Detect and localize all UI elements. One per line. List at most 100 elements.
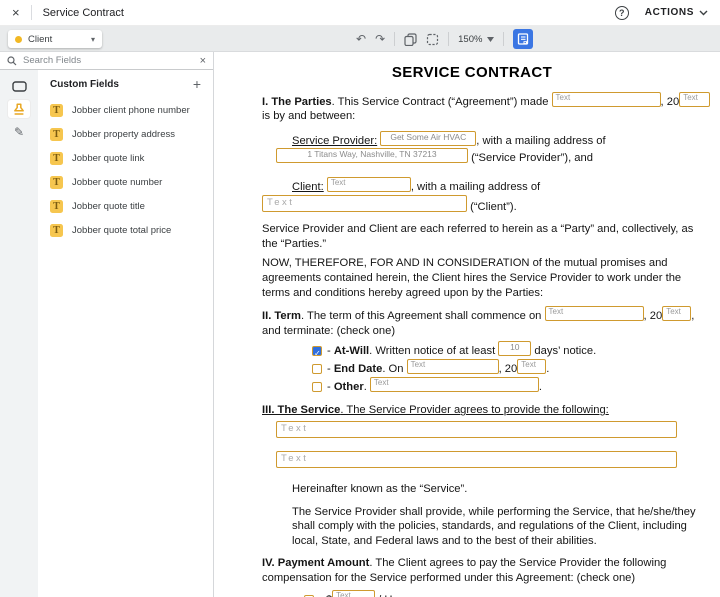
field-label: Jobber client phone number — [72, 105, 190, 116]
other-term-field[interactable]: Text — [370, 377, 539, 392]
service-known-clause: Hereinafter known as the “Service”. — [292, 482, 702, 497]
service-line-2: Text — [276, 451, 702, 471]
field-type-dropdown[interactable]: Client ▾ — [8, 30, 102, 48]
divider — [394, 32, 395, 46]
add-field-button[interactable]: + — [193, 77, 201, 91]
paste-button[interactable] — [426, 33, 439, 46]
redo-button[interactable]: ↷ — [375, 33, 385, 45]
pencil-icon: ✎ — [14, 125, 24, 139]
contract-title: SERVICE CONTRACT — [262, 66, 682, 81]
list-item[interactable]: T Jobber quote total price — [50, 218, 201, 242]
field-label: Jobber quote title — [72, 201, 145, 212]
list-item[interactable]: T Jobber client phone number — [50, 98, 201, 122]
made-date-field[interactable]: Text — [552, 92, 661, 107]
caret-down-icon: ▾ — [91, 35, 95, 44]
tool-strip: ✎ — [0, 70, 38, 597]
field-label: Jobber quote link — [72, 153, 144, 164]
document-canvas[interactable]: SERVICE CONTRACT I. The Parties. This Se… — [215, 52, 720, 597]
commence-date-field[interactable]: Text — [545, 306, 644, 321]
client-block: Client: Text, with a mailing address of … — [262, 177, 702, 214]
text-field-icon: T — [50, 176, 63, 189]
provider-name-field[interactable]: Get Some Air HVAC — [380, 131, 476, 146]
commence-year-field[interactable]: Text — [662, 306, 691, 321]
search-input[interactable] — [23, 55, 194, 66]
document-icon — [517, 33, 529, 45]
field-label: Jobber quote total price — [72, 225, 171, 236]
service-clause: III. The Service. The Service Provider a… — [262, 403, 702, 418]
help-icon[interactable]: ? — [615, 6, 629, 20]
end-date-field[interactable]: Text — [407, 359, 499, 374]
topbar-right: ? ACTIONS — [615, 6, 708, 20]
text-field-icon: T — [50, 224, 63, 237]
client-name-field[interactable]: Text — [327, 177, 411, 192]
copy-button[interactable] — [404, 33, 417, 46]
custom-fields-panel: Custom Fields + T Jobber client phone nu… — [38, 70, 213, 597]
field-label: Jobber property address — [72, 129, 175, 140]
stamp-tool[interactable] — [8, 100, 30, 118]
service-line-1: Text — [276, 421, 702, 441]
divider — [503, 32, 504, 46]
text-field-icon: T — [50, 200, 63, 213]
caret-down-icon — [487, 37, 494, 42]
search-icon — [7, 56, 17, 66]
document-page: SERVICE CONTRACT I. The Parties. This Se… — [262, 64, 702, 597]
section-title: Custom Fields — [50, 79, 119, 90]
end-year-field[interactable]: Text — [517, 359, 546, 374]
service-provider-block: Service Provider: Get Some Air HVAC, wit… — [292, 131, 702, 166]
option-hourly: - $Text / Hour — [304, 590, 702, 597]
chevron-down-icon — [699, 10, 708, 16]
clear-search-icon[interactable]: × — [200, 55, 206, 67]
list-item[interactable]: T Jobber quote number — [50, 170, 201, 194]
list-item[interactable]: T Jobber property address — [50, 122, 201, 146]
copy-icon — [404, 33, 417, 46]
close-icon[interactable]: × — [12, 6, 20, 19]
consideration-clause: NOW, THEREFORE, FOR AND IN CONSIDERATION… — [262, 256, 702, 300]
field-type-selected: Client — [28, 34, 85, 45]
text-field-icon: T — [50, 104, 63, 117]
text-field-tool-icon — [12, 81, 27, 92]
toolbar: Client ▾ ↶ ↷ 150% — [0, 26, 720, 52]
divider — [31, 5, 32, 20]
stamp-tool-icon — [12, 102, 26, 116]
payment-options: - $Text / Hour - $Text / per Job. A “Job… — [262, 590, 702, 597]
comply-clause: The Service Provider shall provide, whil… — [292, 505, 702, 549]
text-field-tool[interactable] — [8, 77, 30, 95]
actions-menu-button[interactable]: ACTIONS — [645, 7, 708, 18]
toolbar-center: ↶ ↷ 150% — [356, 26, 533, 52]
client-address-field[interactable]: Text — [262, 195, 467, 212]
field-label: Jobber quote number — [72, 177, 162, 188]
custom-fields-header: Custom Fields + — [50, 75, 201, 93]
parties-clause: I. The Parties. This Service Contract (“… — [262, 92, 702, 124]
made-year-field[interactable]: Text — [679, 92, 710, 107]
paste-icon — [426, 33, 439, 46]
other-term-checkbox[interactable] — [312, 382, 322, 392]
payment-clause: IV. Payment Amount. The Client agrees to… — [262, 556, 702, 585]
zoom-control[interactable]: 150% — [458, 34, 494, 45]
fields-sidebar: × ✎ Custom Fields + T Jobber client phon… — [0, 52, 214, 597]
undo-button[interactable]: ↶ — [356, 33, 366, 45]
notice-days-field[interactable]: 10 — [498, 341, 531, 356]
option-other-term: - Other. Text. — [312, 377, 702, 395]
top-bar: × Service Contract ? ACTIONS — [0, 0, 720, 26]
hourly-rate-field[interactable]: Text — [332, 590, 375, 597]
zoom-level: 150% — [458, 34, 482, 45]
term-options: - At-Will. Written notice of at least 10… — [262, 341, 702, 395]
list-item[interactable]: T Jobber quote link — [50, 146, 201, 170]
search-bar: × — [0, 52, 213, 70]
end-date-checkbox[interactable] — [312, 364, 322, 374]
service-text-field-2[interactable]: Text — [276, 451, 677, 468]
term-clause: II. Term. The term of this Agreement sha… — [262, 306, 702, 338]
actions-label: ACTIONS — [645, 7, 694, 18]
list-item[interactable]: T Jobber quote title — [50, 194, 201, 218]
text-field-icon: T — [50, 128, 63, 141]
provider-address-field[interactable]: 1 Titans Way, Nashville, TN 37213 — [276, 148, 468, 163]
divider — [448, 32, 449, 46]
option-end-date: - End Date. On Text, 20Text. — [312, 359, 702, 377]
service-text-field-1[interactable]: Text — [276, 421, 677, 438]
at-will-checkbox[interactable] — [312, 346, 322, 356]
document-settings-button[interactable] — [513, 29, 533, 49]
referred-clause: Service Provider and Client are each ref… — [262, 222, 702, 251]
field-type-color-dot — [15, 36, 22, 43]
text-field-icon: T — [50, 152, 63, 165]
draw-tool[interactable]: ✎ — [8, 123, 30, 141]
